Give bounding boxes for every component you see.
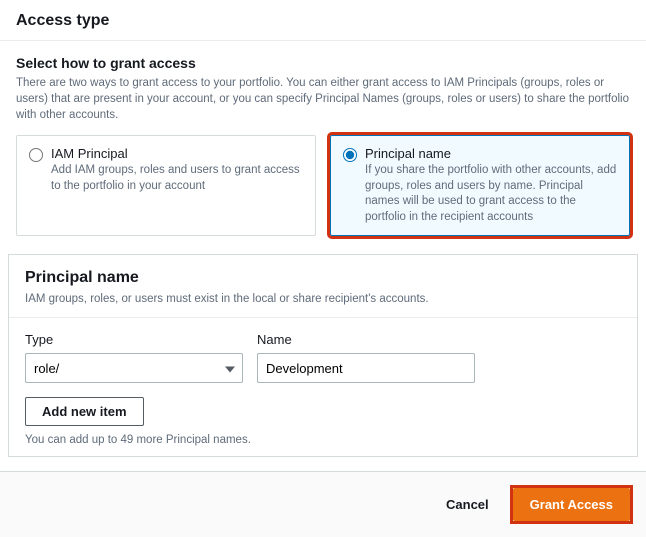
radio-input-principal-name[interactable] [343, 148, 357, 162]
radio-title: Principal name [365, 146, 617, 161]
radio-input-iam[interactable] [29, 148, 43, 162]
section-heading: Select how to grant access [16, 55, 630, 71]
access-options: IAM Principal Add IAM groups, roles and … [16, 135, 630, 236]
page-title: Access type [16, 12, 630, 30]
panel-head: Principal name IAM groups, roles, or use… [9, 255, 637, 318]
footnote: You can add up to 49 more Principal name… [25, 434, 621, 446]
radio-iam-principal[interactable]: IAM Principal Add IAM groups, roles and … [16, 135, 316, 236]
add-new-item-button[interactable]: Add new item [25, 397, 144, 426]
name-input[interactable] [257, 353, 475, 383]
access-type-section: Select how to grant access There are two… [0, 41, 646, 254]
radio-desc: Add IAM groups, roles and users to grant… [51, 163, 303, 194]
panel-subtext: IAM groups, roles, or users must exist i… [25, 291, 621, 307]
type-label: Type [25, 332, 243, 347]
panel-body: Type role/ Name Add new item You can add… [9, 318, 637, 456]
radio-desc: If you share the portfolio with other ac… [365, 163, 617, 225]
type-select[interactable]: role/ [25, 353, 243, 383]
name-field: Name [257, 332, 475, 383]
grant-access-button[interactable]: Grant Access [513, 488, 630, 521]
type-field: Type role/ [25, 332, 243, 383]
footer: Cancel Grant Access [0, 471, 646, 537]
radio-principal-name[interactable]: Principal name If you share the portfoli… [330, 135, 630, 236]
name-label: Name [257, 332, 475, 347]
section-description: There are two ways to grant access to yo… [16, 75, 630, 123]
principal-name-panel: Principal name IAM groups, roles, or use… [8, 254, 638, 457]
radio-title: IAM Principal [51, 146, 303, 161]
grant-access-highlight: Grant Access [513, 488, 630, 521]
header: Access type [0, 0, 646, 41]
panel-title: Principal name [25, 269, 621, 287]
cancel-button[interactable]: Cancel [432, 489, 503, 520]
